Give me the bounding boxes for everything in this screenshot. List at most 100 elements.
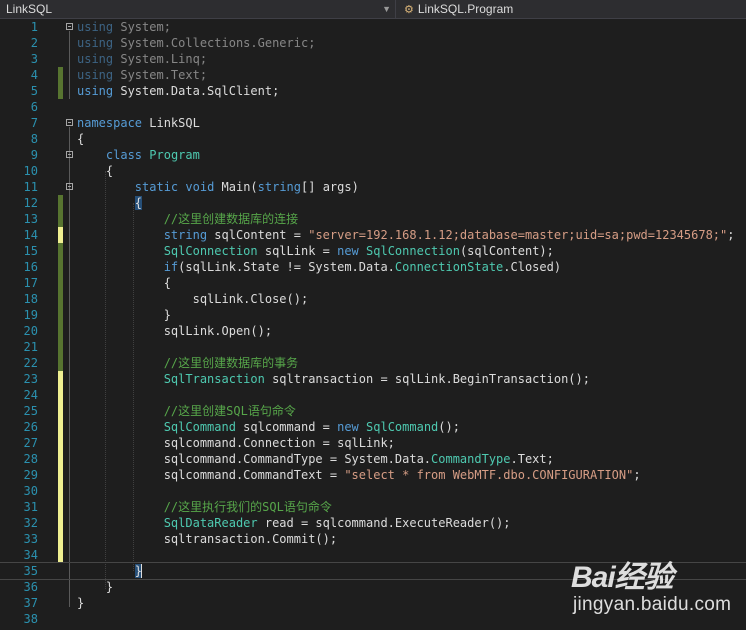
change-marker bbox=[58, 211, 63, 227]
code-text: namespace LinkSQL bbox=[77, 116, 200, 130]
text-caret bbox=[141, 564, 142, 578]
code-text: sqlLink.Close(); bbox=[192, 292, 309, 306]
line-number: 30 bbox=[23, 484, 38, 498]
code-line: 10 { bbox=[0, 163, 746, 179]
line-number: 3 bbox=[30, 52, 38, 66]
code-text: { bbox=[134, 196, 143, 210]
change-marker bbox=[58, 323, 63, 339]
line-number: 12 bbox=[23, 196, 38, 210]
code-line: 31 //这里执行我们的SQL语句命令 bbox=[0, 499, 746, 515]
change-marker bbox=[58, 275, 63, 291]
change-marker bbox=[58, 499, 63, 515]
line-number: 36 bbox=[23, 580, 38, 594]
code-text: } bbox=[105, 580, 114, 594]
line-number: 34 bbox=[23, 548, 38, 562]
line-number: 11 bbox=[23, 180, 38, 194]
change-marker bbox=[58, 227, 63, 243]
change-marker bbox=[58, 403, 63, 419]
collapse-icon[interactable] bbox=[66, 151, 73, 158]
change-marker bbox=[58, 259, 63, 275]
code-line: 6 bbox=[0, 99, 746, 115]
code-line: 28 sqlcommand.CommandType = System.Data.… bbox=[0, 451, 746, 467]
code-text: //这里创建数据库的事务 bbox=[163, 356, 299, 370]
change-marker bbox=[58, 83, 63, 99]
change-marker bbox=[58, 339, 63, 355]
line-number: 8 bbox=[30, 132, 38, 146]
code-text: } bbox=[134, 564, 143, 578]
change-marker bbox=[58, 451, 63, 467]
code-line: 15 SqlConnection sqlLink = new SqlConnec… bbox=[0, 243, 746, 259]
watermark-logo: Bai经验 bbox=[571, 561, 674, 594]
project-dropdown-label: LinkSQL bbox=[6, 2, 53, 16]
line-number: 20 bbox=[23, 324, 38, 338]
change-marker bbox=[58, 371, 63, 387]
code-line: 18 sqlLink.Close(); bbox=[0, 291, 746, 307]
line-number: 18 bbox=[23, 292, 38, 306]
project-dropdown[interactable]: LinkSQL ▼ bbox=[0, 0, 396, 18]
code-line: 33 sqltransaction.Commit(); bbox=[0, 531, 746, 547]
code-line: 17 { bbox=[0, 275, 746, 291]
code-line: 27 sqlcommand.Connection = sqlLink; bbox=[0, 435, 746, 451]
code-line: 13 //这里创建数据库的连接 bbox=[0, 211, 746, 227]
collapse-icon[interactable] bbox=[66, 183, 73, 190]
code-text: SqlCommand sqlcommand = new SqlCommand()… bbox=[163, 420, 460, 434]
change-marker bbox=[58, 419, 63, 435]
line-number: 21 bbox=[23, 340, 38, 354]
code-editor[interactable]: 1 using System; 2 using System.Collections… bbox=[0, 19, 746, 630]
collapse-icon[interactable] bbox=[66, 119, 73, 126]
change-marker bbox=[58, 547, 63, 563]
line-number: 13 bbox=[23, 212, 38, 226]
code-line: 20 sqlLink.Open(); bbox=[0, 323, 746, 339]
line-number: 14 bbox=[23, 228, 38, 242]
change-marker bbox=[58, 195, 63, 211]
code-text: if(sqlLink.State != System.Data.Connecti… bbox=[163, 260, 562, 274]
code-line: 14 string sqlContent = "server=192.168.1… bbox=[0, 227, 746, 243]
code-line: 21 bbox=[0, 339, 746, 355]
change-marker bbox=[58, 291, 63, 307]
chevron-down-icon[interactable]: ▼ bbox=[382, 0, 391, 18]
code-line: 7 namespace LinkSQL bbox=[0, 115, 746, 131]
member-dropdown[interactable]: ⚙ LinkSQL.Program bbox=[400, 0, 746, 18]
change-marker bbox=[58, 387, 63, 403]
line-number: 32 bbox=[23, 516, 38, 530]
code-line: 29 sqlcommand.CommandText = "select * fr… bbox=[0, 467, 746, 483]
code-line: 19 } bbox=[0, 307, 746, 323]
line-number: 9 bbox=[30, 148, 38, 162]
code-line: 25 //这里创建SQL语句命令 bbox=[0, 403, 746, 419]
code-text: using System; bbox=[77, 20, 171, 34]
code-line: 26 SqlCommand sqlcommand = new SqlComman… bbox=[0, 419, 746, 435]
code-line: 2 using System.Collections.Generic; bbox=[0, 35, 746, 51]
change-marker bbox=[58, 243, 63, 259]
code-line: 8{ bbox=[0, 131, 746, 147]
change-marker bbox=[58, 531, 63, 547]
line-number: 4 bbox=[30, 68, 38, 82]
line-number: 24 bbox=[23, 388, 38, 402]
change-marker bbox=[58, 435, 63, 451]
change-marker bbox=[58, 355, 63, 371]
line-number: 37 bbox=[23, 596, 38, 610]
code-line: 32 SqlDataReader read = sqlcommand.Execu… bbox=[0, 515, 746, 531]
class-icon: ⚙ bbox=[404, 3, 414, 16]
line-number: 17 bbox=[23, 276, 38, 290]
code-line: 16 if(sqlLink.State != System.Data.Conne… bbox=[0, 259, 746, 275]
line-number: 27 bbox=[23, 436, 38, 450]
line-number: 2 bbox=[30, 36, 38, 50]
code-text: class Program bbox=[105, 148, 200, 162]
code-text: sqltransaction.Commit(); bbox=[163, 532, 338, 546]
code-text: using System.Text; bbox=[77, 68, 208, 82]
watermark: Bai经验 jingyan.baidu.com bbox=[563, 552, 743, 627]
code-line: 4 using System.Text; bbox=[0, 67, 746, 83]
code-line: 11 static void Main(string[] args) bbox=[0, 179, 746, 195]
code-line: 1 using System; bbox=[0, 19, 746, 35]
collapse-icon[interactable] bbox=[66, 23, 73, 30]
line-number: 31 bbox=[23, 500, 38, 514]
line-number: 7 bbox=[30, 116, 38, 130]
code-line: 5 using System.Data.SqlClient; bbox=[0, 83, 746, 99]
line-number: 38 bbox=[23, 612, 38, 626]
code-text: } bbox=[77, 596, 85, 610]
code-line: 3 using System.Linq; bbox=[0, 51, 746, 67]
code-text: { bbox=[77, 132, 85, 146]
code-text: sqlcommand.CommandType = System.Data.Com… bbox=[163, 452, 554, 466]
code-line: 24 bbox=[0, 387, 746, 403]
change-marker bbox=[58, 67, 63, 83]
